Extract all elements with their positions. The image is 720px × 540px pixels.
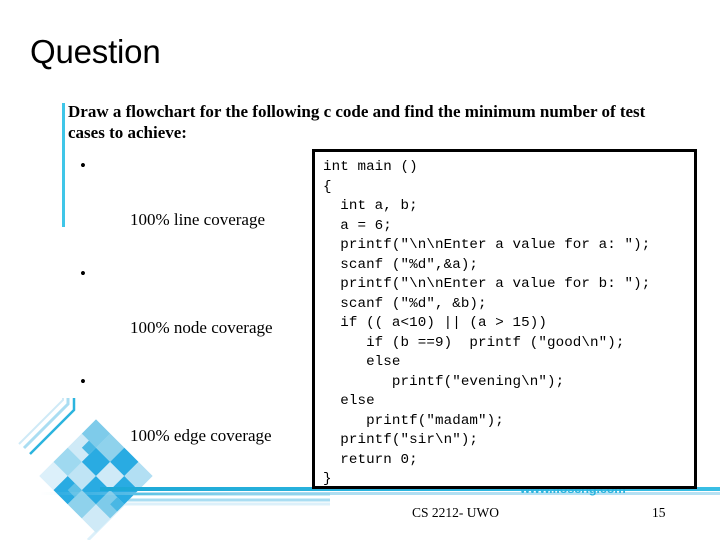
slide-canvas: Question Draw a flowchart for the follow… <box>0 0 720 540</box>
footer-page-number: 15 <box>652 505 666 520</box>
bullet-dot-icon: • <box>80 264 86 283</box>
code-listing-box: int main () { int a, b; a = 6; printf("\… <box>312 149 697 489</box>
page-title: Question <box>30 33 161 70</box>
bullet-dot-icon: • <box>80 372 86 391</box>
list-item: • 100% line coverage <box>68 152 273 260</box>
footer-course-label: CS 2212- UWO <box>412 505 499 520</box>
list-item-label: 100% line coverage <box>130 210 265 229</box>
slide-footer: CS 2212- UWO 15 <box>0 505 720 529</box>
c-source-code: int main () { int a, b; a = 6; printf("\… <box>323 159 651 487</box>
lead-paragraph: Draw a flowchart for the following c cod… <box>68 102 646 142</box>
list-item-label: 100% node coverage <box>130 318 273 337</box>
cyan-accent-bar <box>62 103 65 227</box>
list-item: • 100% node coverage <box>68 260 273 368</box>
bullet-dot-icon: • <box>80 156 86 175</box>
